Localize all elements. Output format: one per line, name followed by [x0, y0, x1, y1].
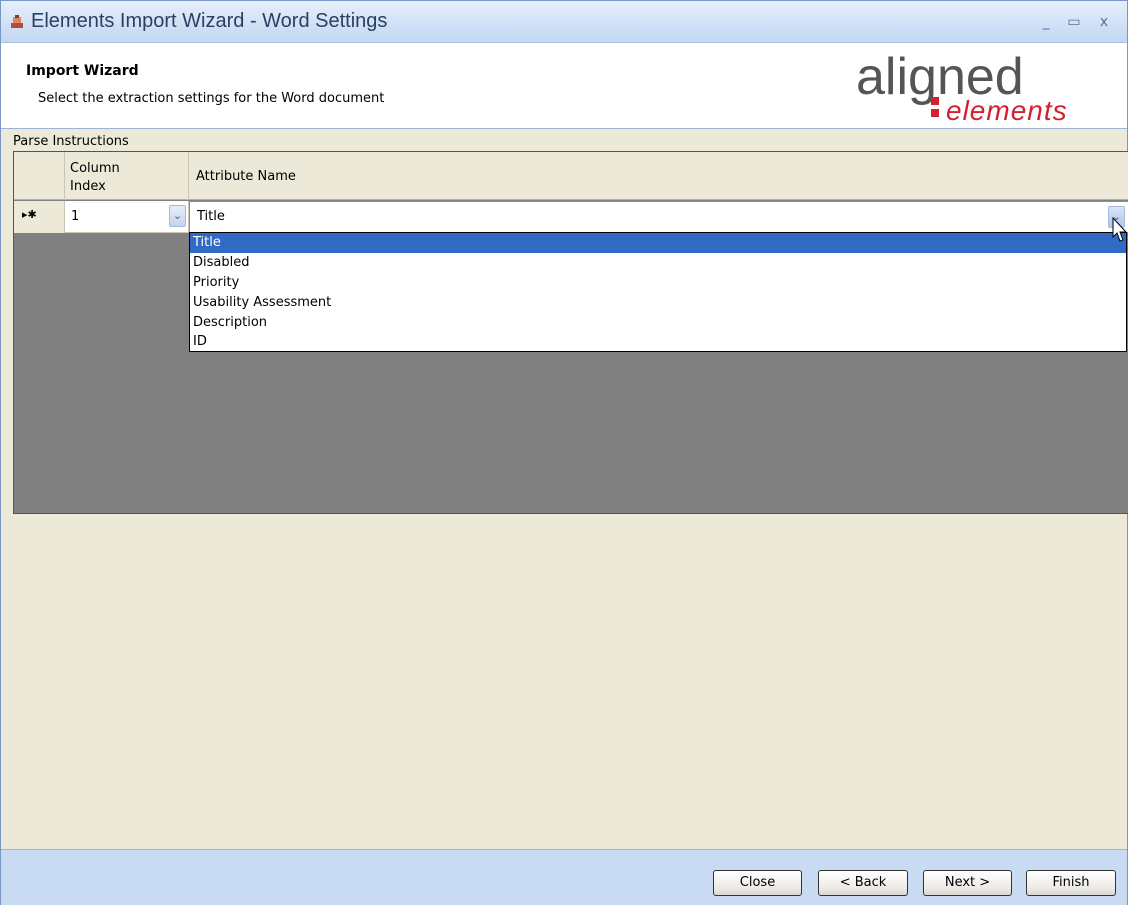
dropdown-option-id[interactable]: ID	[190, 332, 1126, 352]
dropdown-option-title[interactable]: Title	[190, 233, 1126, 253]
column-index-header-line1: Column	[70, 161, 120, 176]
attribute-name-header: Attribute Name	[196, 169, 296, 184]
column-header-attribute-name[interactable]: Attribute Name	[189, 152, 1128, 200]
dropdown-option-usability-assessment[interactable]: Usability Assessment	[190, 293, 1126, 313]
grid-header: Column Index Attribute Name	[14, 152, 1128, 200]
window-title: Elements Import Wizard - Word Settings	[31, 10, 388, 32]
chevron-down-icon[interactable]: ⌄	[169, 205, 186, 227]
column-index-header-line2: Index	[70, 179, 106, 194]
close-window-button[interactable]: x	[1095, 13, 1113, 31]
back-button[interactable]: < Back	[818, 870, 908, 896]
logo-dot	[931, 97, 939, 105]
title-bar: Elements Import Wizard - Word Settings _…	[1, 1, 1127, 43]
minimize-button[interactable]: _	[1037, 13, 1055, 31]
attribute-dropdown-list[interactable]: Title Disabled Priority Usability Assess…	[189, 232, 1127, 352]
table-row: ▸✱ 1 ⌄ Title ⌄	[14, 201, 1128, 233]
attribute-name-value: Title	[197, 209, 225, 224]
mouse-cursor-icon	[1112, 217, 1128, 242]
dropdown-option-priority[interactable]: Priority	[190, 273, 1126, 293]
new-row-marker-icon: ▸✱	[22, 208, 37, 221]
close-button[interactable]: Close	[713, 870, 802, 896]
wizard-header: Import Wizard Select the extraction sett…	[1, 43, 1127, 129]
column-index-cell[interactable]: 1 ⌄	[65, 201, 189, 233]
column-index-value: 1	[71, 209, 80, 224]
attribute-name-combobox[interactable]: Title ⌄	[189, 201, 1128, 233]
wizard-footer: Close < Back Next > Finish	[1, 849, 1127, 905]
logo-word-elements: elements	[946, 95, 1068, 126]
wizard-subtitle: Select the extraction settings for the W…	[38, 91, 385, 106]
dropdown-option-disabled[interactable]: Disabled	[190, 253, 1126, 273]
logo-dot	[931, 109, 939, 117]
row-header-corner	[14, 152, 65, 200]
wizard-window: Elements Import Wizard - Word Settings _…	[0, 0, 1128, 905]
finish-button[interactable]: Finish	[1026, 870, 1116, 896]
row-selector[interactable]: ▸✱	[14, 201, 65, 233]
maximize-button[interactable]: ▭	[1065, 13, 1083, 31]
next-button[interactable]: Next >	[923, 870, 1012, 896]
aligned-elements-logo: aligned elements	[856, 48, 1116, 126]
dropdown-option-description[interactable]: Description	[190, 313, 1126, 333]
column-header-column-index[interactable]: Column Index	[65, 152, 189, 200]
parse-instructions-label: Parse Instructions	[13, 134, 129, 149]
wizard-title: Import Wizard	[26, 63, 139, 79]
app-icon	[11, 15, 23, 28]
